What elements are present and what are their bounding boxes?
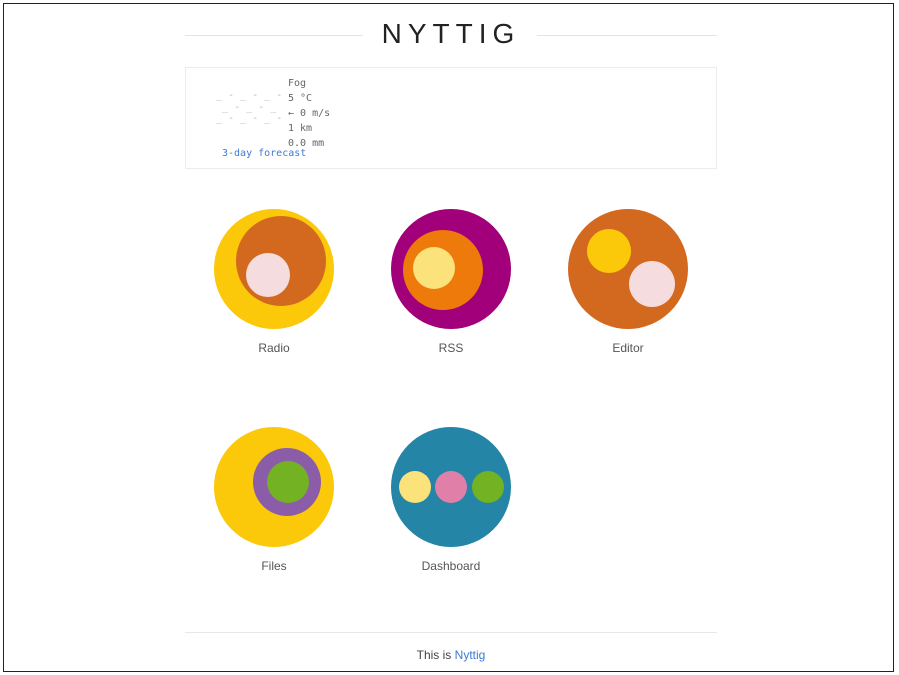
footer-text: This is [416,648,452,662]
weather-temperature: 5 °C [288,93,313,104]
weather-details: Fog 5 °C ← 0 m/s 1 km 0.0 mm [288,76,330,151]
weather-wind: ← 0 m/s [288,108,331,119]
dashboard-icon[interactable] [391,427,511,547]
app-radio[interactable]: Radio [204,209,344,355]
footer: This is Nyttig [185,648,717,662]
app-label-editor: Editor [612,341,644,355]
app-rss[interactable]: RSS [381,209,521,355]
weather-visibility: 1 km [288,123,313,134]
footer-divider [185,632,717,633]
editor-icon[interactable] [568,209,688,329]
weather-condition: Fog [288,78,307,89]
radio-icon[interactable] [214,209,334,329]
app-dashboard[interactable]: Dashboard [381,427,521,573]
page-title: NYTTIG [381,18,521,49]
app-files[interactable]: Files [204,427,344,573]
footer-nyttig-link[interactable]: Nyttig [455,648,486,662]
header: NYTTIG [185,18,717,52]
weather-widget: _ - _ - _ - _ - _ - _ _ - _ - _ - Fog 5 … [185,67,717,169]
app-label-files: Files [261,559,287,573]
app-label-radio: Radio [258,341,290,355]
rss-icon[interactable] [391,209,511,329]
forecast-link[interactable]: 3-day forecast [222,148,306,159]
files-icon[interactable] [214,427,334,547]
fog-icon: _ - _ - _ - _ - _ - _ _ - _ - _ - [216,90,283,124]
app-label-dashboard: Dashboard [421,559,481,573]
app-label-rss: RSS [438,341,464,355]
header-rule-right [537,35,717,36]
app-editor[interactable]: Editor [558,209,698,355]
